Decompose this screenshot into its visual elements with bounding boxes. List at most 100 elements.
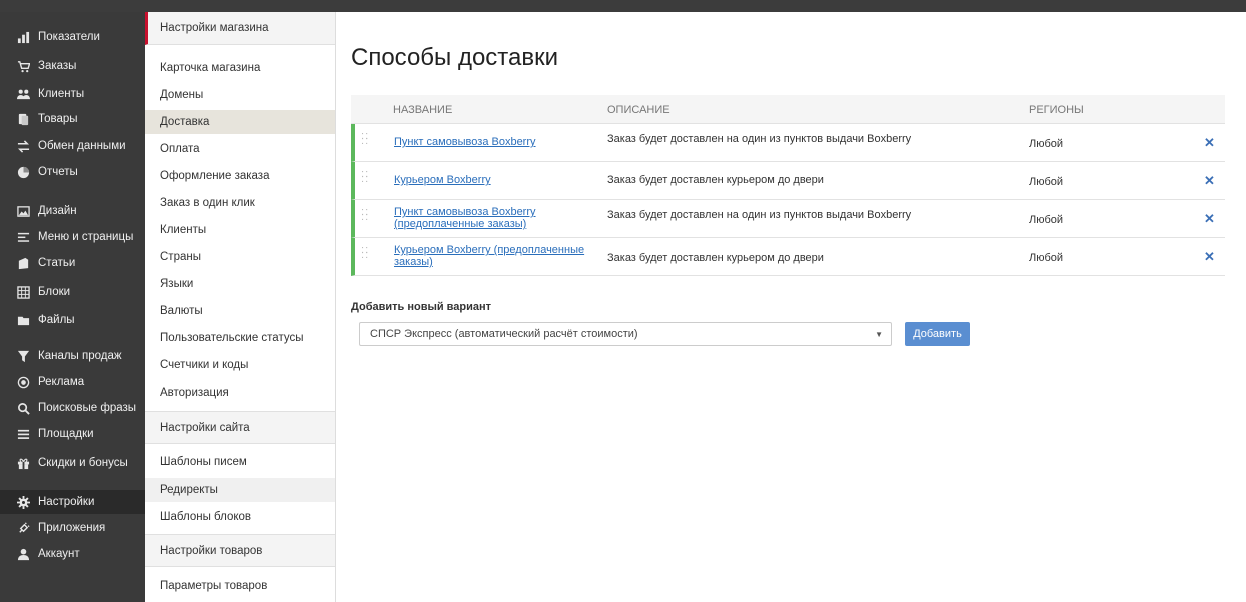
delivery-method-description: Заказ будет доставлен курьером до двери [607,252,824,264]
submenu-item-payment[interactable]: Оплата [145,137,335,161]
delete-icon[interactable]: ✕ [1204,211,1215,227]
delivery-method-region: Любой [1029,176,1064,188]
delete-icon[interactable]: ✕ [1204,135,1215,151]
add-button[interactable]: Добавить [905,322,970,346]
submenu-item-clients[interactable]: Клиенты [145,218,335,242]
sidebar-item-settings[interactable]: Настройки [0,490,145,514]
articles-icon [12,257,34,270]
top-bar [0,0,1246,12]
sidebar-item-label: Товары [38,113,78,125]
sidebar-item-discounts[interactable]: Скидки и бонусы [0,451,145,475]
gear-icon [12,495,34,509]
submenu-item-authorization[interactable]: Авторизация [145,381,335,405]
sidebar-item-data-exchange[interactable]: Обмен данными [0,134,145,158]
sidebar-item-indicators[interactable]: Показатели [0,25,145,49]
delete-icon[interactable]: ✕ [1204,249,1215,265]
sidebar-item-label: Обмен данными [38,140,126,152]
submenu-item-redirects[interactable]: Редиректы [145,478,335,502]
sidebar-item-reports[interactable]: Отчеты [0,160,145,184]
delivery-type-select[interactable]: СПСР Экспресс (автоматический расчёт сто… [359,322,892,346]
submenu-item-store-card[interactable]: Карточка магазина [145,56,335,80]
filter-icon [12,350,34,363]
sidebar-item-design[interactable]: Дизайн [0,199,145,223]
sidebar-item-label: Показатели [38,31,100,43]
sidebar-item-search-phrases[interactable]: Поисковые фразы [0,396,145,420]
delivery-method-region: Любой [1029,252,1064,264]
delivery-method-link[interactable]: Пункт самовывоза Boxberry (предоплаченны… [394,206,594,230]
pie-chart-icon [12,166,34,179]
sidebar-item-label: Отчеты [38,166,78,178]
sidebar-item-apps[interactable]: Приложения [0,516,145,540]
submenu-header-store[interactable]: Настройки магазина [145,12,335,45]
submenu-item-domains[interactable]: Домены [145,83,335,107]
drag-handle-icon[interactable]: : :: : [361,245,368,261]
delivery-method-region: Любой [1029,214,1064,226]
submenu-item-block-templates[interactable]: Шаблоны блоков [145,505,335,529]
sidebar-item-menu-pages[interactable]: Меню и страницы [0,225,145,249]
bar-chart-icon [12,31,34,44]
chevron-down-icon: ▼ [875,330,883,339]
sidebar-item-platforms[interactable]: Площадки [0,422,145,446]
sidebar-item-products[interactable]: Товары [0,107,145,131]
sidebar-item-label: Файлы [38,314,75,326]
gift-icon [12,457,34,470]
delivery-methods-table: НАЗВАНИЕ ОПИСАНИЕ РЕГИОНЫ : :: : Пункт с… [351,95,1225,276]
sidebar-item-label: Клиенты [38,88,85,100]
submenu-header-site[interactable]: Настройки сайта [145,411,335,444]
submenu-item-email-templates[interactable]: Шаблоны писем [145,450,335,474]
delivery-method-description: Заказ будет доставлен курьером до двери [607,174,824,186]
sidebar-item-label: Реклама [38,376,85,388]
submenu-item-one-click[interactable]: Заказ в один клик [145,191,335,215]
exchange-icon [12,139,34,153]
table-header: НАЗВАНИЕ ОПИСАНИЕ РЕГИОНЫ [351,95,1225,124]
search-icon [12,402,34,415]
sidebar-item-blocks[interactable]: Блоки [0,280,145,304]
column-header-regions: РЕГИОНЫ [1029,104,1084,116]
table-row: : :: : Курьером Boxberry Заказ будет дос… [351,162,1225,200]
sidebar-item-sales-channels[interactable]: Каналы продаж [0,344,145,368]
submenu-item-countries[interactable]: Страны [145,245,335,269]
plug-icon [12,521,34,535]
sidebar-item-label: Настройки [38,496,95,508]
delivery-method-link[interactable]: Пункт самовывоза Boxberry [394,136,594,148]
sidebar-item-files[interactable]: Файлы [0,308,145,332]
sidebar-item-advertising[interactable]: Реклама [0,370,145,394]
sidebar-item-label: Каналы продаж [38,350,122,362]
cart-icon [12,60,34,73]
users-icon [12,88,34,101]
grid-icon [12,285,34,299]
sidebar-item-label: Аккаунт [38,548,80,560]
submenu-header-products[interactable]: Настройки товаров [145,534,335,567]
column-header-name: НАЗВАНИЕ [393,104,453,116]
drag-handle-icon[interactable]: : :: : [361,131,368,147]
table-row: : :: : Пункт самовывоза Boxberry (предоп… [351,200,1225,238]
column-header-description: ОПИСАНИЕ [607,104,670,116]
sidebar-item-clients[interactable]: Клиенты [0,82,145,106]
drag-handle-icon[interactable]: : :: : [361,207,368,223]
submenu-item-product-params[interactable]: Параметры товаров [145,574,335,598]
submenu-item-custom-statuses[interactable]: Пользовательские статусы [145,326,335,350]
user-icon [12,548,34,561]
sidebar-item-orders[interactable]: Заказы [0,54,145,78]
products-icon [12,113,34,126]
sidebar-item-articles[interactable]: Статьи [0,251,145,275]
folder-icon [12,314,34,327]
sidebar-item-label: Блоки [38,286,71,298]
delivery-method-region: Любой [1029,138,1064,150]
delete-icon[interactable]: ✕ [1204,173,1215,189]
target-icon [12,376,34,389]
submenu-item-counters[interactable]: Счетчики и коды [145,353,335,377]
delivery-method-description: Заказ будет доставлен на один из пунктов… [607,209,912,221]
sidebar-item-account[interactable]: Аккаунт [0,542,145,566]
submenu-item-currencies[interactable]: Валюты [145,299,335,323]
menu-icon [12,231,34,244]
page-title: Способы доставки [351,44,559,71]
delivery-method-link[interactable]: Курьером Boxberry (предоплаченные заказы… [394,244,594,268]
delivery-method-link[interactable]: Курьером Boxberry [394,174,594,186]
submenu-item-checkout[interactable]: Оформление заказа [145,164,335,188]
drag-handle-icon[interactable]: : :: : [361,169,368,185]
sidebar-item-label: Скидки и бонусы [38,457,128,469]
submenu-item-languages[interactable]: Языки [145,272,335,296]
list-icon [12,428,34,441]
submenu-item-delivery[interactable]: Доставка [145,110,335,134]
